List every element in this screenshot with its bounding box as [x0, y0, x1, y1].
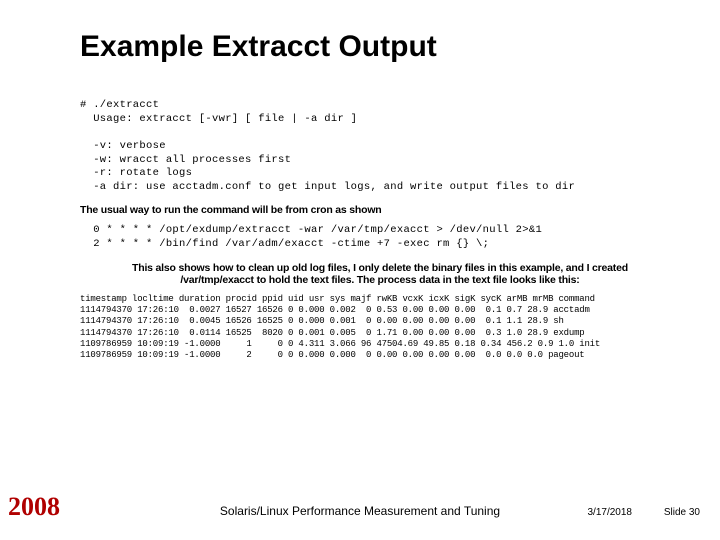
process-data-table: timestamp locltime duration procid ppid …	[80, 294, 680, 362]
footer: 2008 Solaris/Linux Performance Measureme…	[0, 498, 720, 524]
slide: Example Extracct Output # ./extracct Usa…	[0, 0, 720, 540]
footer-slide-number: Slide 30	[664, 507, 700, 518]
usage-code-block: # ./extracct Usage: extracct [-vwr] [ fi…	[80, 99, 680, 194]
description-2: This also shows how to clean up old log …	[80, 262, 680, 286]
description-1: The usual way to run the command will be…	[80, 204, 680, 216]
slide-body: # ./extracct Usage: extracct [-vwr] [ fi…	[80, 99, 680, 361]
cron-code-block: 0 * * * * /opt/exdump/extracct -war /var…	[80, 224, 680, 251]
slide-title: Example Extracct Output	[80, 30, 437, 64]
footer-date: 3/17/2018	[588, 507, 633, 518]
